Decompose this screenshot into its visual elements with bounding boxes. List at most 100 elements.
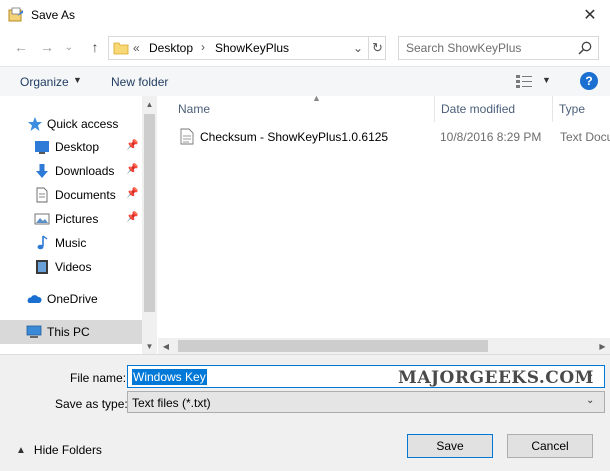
save-as-icon <box>8 7 23 22</box>
recent-locations-button[interactable]: ⌄ <box>58 36 80 58</box>
file-type: Text Docu <box>560 130 610 144</box>
save-button-label: Save <box>436 439 464 453</box>
scroll-up-icon[interactable]: ▲ <box>142 96 157 112</box>
nav-item-quick-access[interactable]: Quick access <box>0 113 142 135</box>
nav-item-label: Documents <box>55 188 116 202</box>
nav-item-label: Quick access <box>47 117 119 131</box>
arrow-left-icon: ← <box>14 39 28 55</box>
column-header-label: Date modified <box>441 102 516 116</box>
nav-item-music[interactable]: Music <box>0 232 142 254</box>
scroll-down-icon[interactable]: ▼ <box>142 338 157 354</box>
cancel-button-label: Cancel <box>531 439 569 453</box>
arrow-up-icon: ↑ <box>91 39 99 55</box>
nav-item-label: OneDrive <box>47 292 98 306</box>
pin-icon: 📌 <box>126 212 139 223</box>
help-icon: ? <box>585 74 593 88</box>
scroll-right-icon[interactable]: ▶ <box>595 338 610 354</box>
file-list: Name ▲ Date modified Type Checksum - Sho… <box>158 93 610 354</box>
organize-button[interactable]: Organize <box>20 75 69 89</box>
nav-item-this-pc[interactable]: This PC <box>0 320 142 344</box>
chevron-right-icon[interactable]: › <box>201 40 205 54</box>
arrow-right-icon: → <box>40 39 54 55</box>
file-row[interactable]: Checksum - ShowKeyPlus1.0.6125 10/8/2016… <box>172 126 610 148</box>
search-box[interactable]: Search ShowKeyPlus <box>398 36 599 60</box>
computer-icon <box>26 325 42 338</box>
column-header-date[interactable]: Date modified <box>435 96 553 122</box>
file-name-label: File name: <box>70 371 127 385</box>
star-icon <box>28 117 42 131</box>
view-options-icon[interactable] <box>515 73 533 89</box>
horizontal-scrollbar-thumb[interactable] <box>178 340 488 352</box>
chevron-down-icon: ⌄ <box>64 41 74 53</box>
nav-scrollbar-thumb[interactable] <box>144 114 155 312</box>
column-header-type[interactable]: Type <box>553 96 610 122</box>
refresh-icon: ↻ <box>372 40 383 55</box>
breadcrumb-desktop[interactable]: Desktop <box>149 41 193 55</box>
file-name: Checksum - ShowKeyPlus1.0.6125 <box>200 130 389 144</box>
column-header-name[interactable]: Name ▲ <box>172 93 435 122</box>
nav-item-label: Desktop <box>55 140 100 154</box>
save-as-type-label: Save as type: <box>55 397 128 411</box>
refresh-button[interactable]: ↻ <box>368 37 386 59</box>
address-bar[interactable]: « Desktop › ShowKeyPlus ⌄ ↻ <box>108 36 386 60</box>
music-icon <box>37 235 48 250</box>
download-icon <box>36 164 48 178</box>
nav-item-pictures[interactable]: Pictures 📌 <box>0 208 142 230</box>
close-button[interactable]: ✕ <box>570 0 610 30</box>
chevron-down-icon[interactable]: ⌄ <box>586 395 594 406</box>
sort-ascending-icon: ▲ <box>312 93 321 103</box>
caret-down-icon[interactable]: ▼ <box>73 75 82 85</box>
nav-item-label: This PC <box>47 325 90 339</box>
nav-item-documents[interactable]: Documents 📌 <box>0 184 142 206</box>
cloud-icon <box>27 295 42 303</box>
nav-item-desktop[interactable]: Desktop 📌 <box>0 136 142 158</box>
command-bar: Organize ▼ New folder ▼ ? <box>0 66 610 96</box>
hide-folders-button[interactable]: ▲ Hide Folders <box>16 443 102 457</box>
save-options-panel: File name: Windows Key ⌄ MAJORGEEKS.COM … <box>0 354 610 471</box>
save-button[interactable]: Save <box>407 434 493 458</box>
scroll-left-icon[interactable]: ◀ <box>158 338 174 354</box>
back-button[interactable]: ← <box>10 36 32 58</box>
nav-item-onedrive[interactable]: OneDrive <box>0 288 142 310</box>
hide-folders-label: Hide Folders <box>33 443 102 457</box>
nav-item-videos[interactable]: Videos <box>0 256 142 278</box>
file-date: 10/8/2016 8:29 PM <box>440 130 542 144</box>
save-as-type-select[interactable]: Text files (*.txt) ⌄ <box>127 391 605 413</box>
folder-icon <box>113 42 129 55</box>
watermark: MAJORGEEKS.COM <box>398 368 594 388</box>
search-icon <box>578 41 592 55</box>
column-header-label: Type <box>559 102 586 116</box>
pin-icon: 📌 <box>126 140 139 151</box>
navigation-pane: Quick access Desktop 📌 Downloads 📌 Docum… <box>0 96 157 354</box>
document-icon <box>36 187 48 203</box>
new-folder-button[interactable]: New folder <box>111 75 168 89</box>
breadcrumb-overflow[interactable]: « <box>133 41 140 55</box>
help-button[interactable]: ? <box>580 72 598 90</box>
pin-icon: 📌 <box>126 188 139 199</box>
nav-item-label: Downloads <box>55 164 115 178</box>
title-bar: Save As ✕ <box>0 0 610 30</box>
video-icon <box>36 260 48 274</box>
picture-icon <box>34 213 50 225</box>
caret-down-icon[interactable]: ▼ <box>542 75 551 85</box>
caret-up-icon: ▲ <box>16 444 26 456</box>
address-dropdown-button[interactable]: ⌄ <box>349 39 367 57</box>
desktop-icon <box>35 141 49 154</box>
close-icon: ✕ <box>583 7 597 24</box>
column-header-label: Name <box>178 102 211 116</box>
nav-item-label: Videos <box>55 260 92 274</box>
forward-button[interactable]: → <box>36 36 58 58</box>
nav-item-label: Music <box>55 236 87 250</box>
file-name-input-value[interactable]: Windows Key <box>132 369 207 385</box>
nav-item-downloads[interactable]: Downloads 📌 <box>0 160 142 182</box>
nav-item-label: Pictures <box>55 212 99 226</box>
chevron-down-icon: ⌄ <box>352 41 364 55</box>
window-title: Save As <box>31 8 76 22</box>
up-button[interactable]: ↑ <box>84 36 106 58</box>
save-as-type-value: Text files (*.txt) <box>132 396 211 410</box>
horizontal-scrollbar[interactable]: ◀ ▶ <box>158 338 610 354</box>
nav-scrollbar[interactable]: ▲ ▼ <box>142 96 157 354</box>
breadcrumb-showkeyplus[interactable]: ShowKeyPlus <box>215 41 289 55</box>
cancel-button[interactable]: Cancel <box>507 434 593 458</box>
search-input[interactable]: Search ShowKeyPlus <box>406 41 521 55</box>
